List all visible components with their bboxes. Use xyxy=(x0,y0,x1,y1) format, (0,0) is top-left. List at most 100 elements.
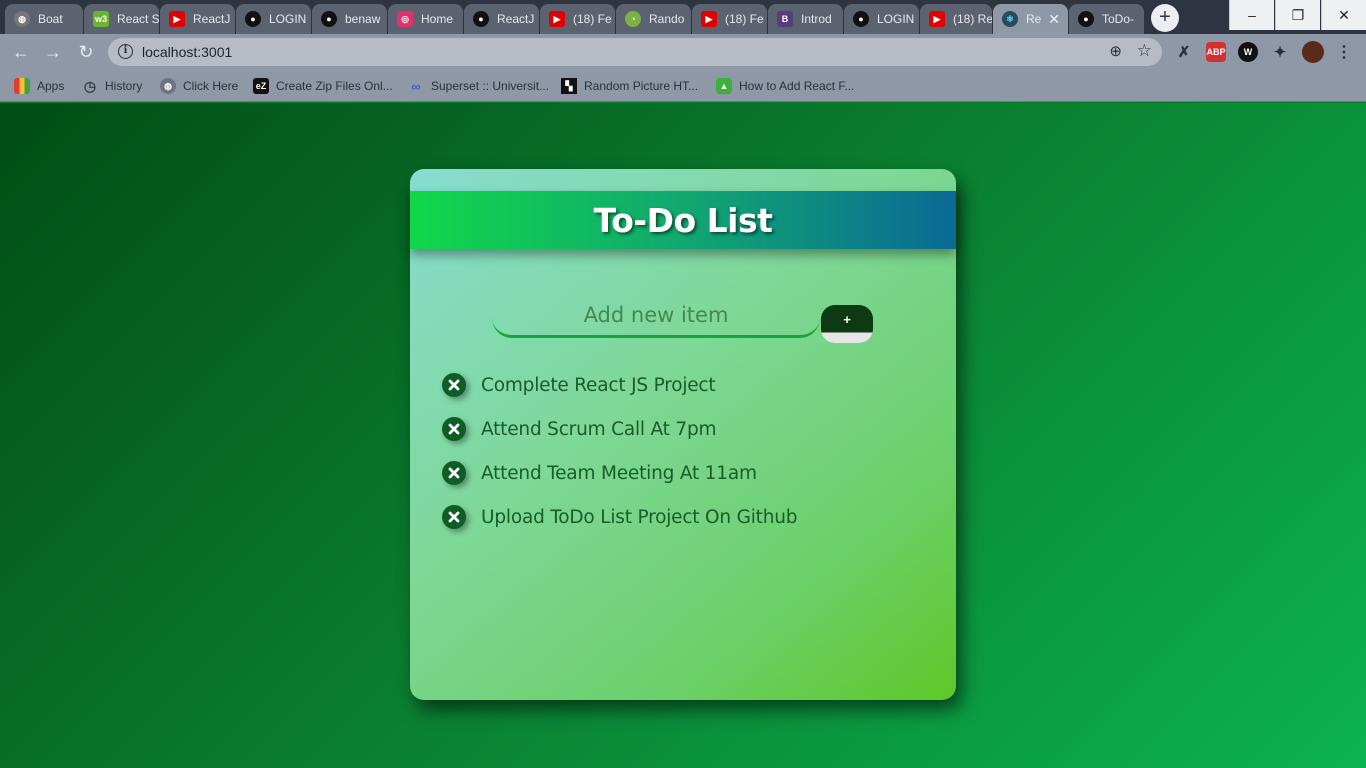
list-item: Attend Team Meeting At 11am xyxy=(442,451,922,495)
android-icon: ◔ xyxy=(625,11,641,27)
tab-react-s[interactable]: w3 React S xyxy=(84,4,159,34)
tab-title: Home xyxy=(421,12,454,26)
site-info-icon[interactable]: i xyxy=(118,44,133,59)
tab-title: (18) Fe xyxy=(573,12,612,26)
bookmark-label: Create Zip Files Onl... xyxy=(276,79,393,93)
github-icon: ● xyxy=(473,11,489,27)
delete-item-icon[interactable] xyxy=(442,461,466,485)
bookmarks-bar: Apps ◷ History ◍ Click Here eZ Create Zi… xyxy=(0,70,1366,102)
tab-youtube-fe[interactable]: ▶ (18) Fe xyxy=(540,4,615,34)
bookmark-add-react[interactable]: ▲ How to Add React F... xyxy=(716,77,854,95)
superset-icon: ∞ xyxy=(411,78,421,94)
instagram-icon: ◎ xyxy=(397,11,413,27)
adblock-icon[interactable]: ABP xyxy=(1206,42,1226,62)
bookmark-click-here[interactable]: ◍ Click Here xyxy=(160,77,238,95)
tab-rando[interactable]: ◔ Rando xyxy=(616,4,691,34)
bookmark-apps[interactable]: Apps xyxy=(14,77,64,95)
zoom-icon[interactable]: ⊕ xyxy=(1109,42,1122,60)
reload-icon[interactable]: ↻ xyxy=(75,41,97,63)
globe-icon: ◍ xyxy=(14,11,30,27)
wappalyzer-icon[interactable]: W xyxy=(1238,42,1258,62)
list-item: Attend Scrum Call At 7pm xyxy=(442,407,922,451)
ez-icon: eZ xyxy=(253,78,269,94)
youtube-icon: ▶ xyxy=(169,11,185,27)
more-menu-icon[interactable]: ⋮ xyxy=(1334,42,1354,62)
bookmark-label: History xyxy=(105,79,143,93)
youtube-icon: ▶ xyxy=(929,11,945,27)
tab-title: benaw xyxy=(345,12,381,26)
address-bar[interactable]: i localhost:3001 ⊕ ☆ xyxy=(108,38,1162,66)
tab-youtube-re[interactable]: ▶ (18) Re xyxy=(920,4,992,34)
bookmark-create-zip[interactable]: eZ Create Zip Files Onl... xyxy=(253,77,393,95)
youtube-icon: ▶ xyxy=(701,11,717,27)
bookmark-label: Apps xyxy=(37,79,65,93)
tab-title: ReactJ xyxy=(193,12,231,26)
forward-arrow-icon[interactable]: → xyxy=(42,41,64,63)
list-item: Upload ToDo List Project On Github xyxy=(442,495,922,539)
bookmark-superset[interactable]: ∞ Superset :: Universit... xyxy=(408,77,549,95)
tab-title: Boat xyxy=(38,12,63,26)
delete-item-icon[interactable] xyxy=(442,505,466,529)
tab-benaw[interactable]: ● benaw xyxy=(312,4,387,34)
card-header: To-Do List xyxy=(410,191,956,249)
bookmark-label: Superset :: Universit... xyxy=(431,79,550,93)
tab-title: Re xyxy=(1026,12,1042,26)
github-icon: ● xyxy=(321,11,337,27)
tab-reactj-github[interactable]: ● ReactJ xyxy=(464,4,539,34)
tab-title: LOGIN xyxy=(877,12,915,26)
todo-text: Upload ToDo List Project On Github xyxy=(481,506,798,528)
github-icon: ● xyxy=(853,11,869,27)
tab-reactj[interactable]: ▶ ReactJ xyxy=(160,4,235,34)
bookmark-random-picture[interactable]: ▚ Random Picture HT... xyxy=(561,77,698,95)
add-item-button[interactable]: + xyxy=(821,305,873,343)
x-extension-icon[interactable]: ✗ xyxy=(1174,42,1194,62)
minimize-button[interactable]: – xyxy=(1229,0,1274,30)
github-icon: ● xyxy=(1078,11,1094,27)
close-window-button[interactable]: ✕ xyxy=(1321,0,1366,30)
bookmark-label: How to Add React F... xyxy=(739,79,855,93)
apps-grid-icon xyxy=(14,78,30,94)
tab-strip: ◍ Boat w3 React S ▶ ReactJ ● LOGIN ● ben… xyxy=(0,0,1366,34)
bookmark-site-icon: ▲ xyxy=(716,78,732,94)
tab-home[interactable]: ◎ Home xyxy=(388,4,463,34)
globe-icon: ◍ xyxy=(160,78,176,94)
todo-text: Attend Scrum Call At 7pm xyxy=(481,418,717,440)
history-icon: ◷ xyxy=(83,77,97,94)
unsplash-icon: ▚ xyxy=(561,78,577,94)
close-tab-icon[interactable]: ✕ xyxy=(1048,11,1060,27)
tab-title: React S xyxy=(117,12,159,26)
todo-card: To-Do List + Complete React JS Project A… xyxy=(410,169,956,700)
tab-react-active[interactable]: ⚛ Re ✕ xyxy=(993,4,1068,34)
tab-title: Introd xyxy=(801,12,832,26)
tab-boat[interactable]: ◍ Boat xyxy=(5,4,83,34)
tab-login[interactable]: ● LOGIN xyxy=(236,4,311,34)
url-text[interactable]: localhost:3001 xyxy=(142,44,232,60)
new-item-input[interactable] xyxy=(492,294,820,338)
list-item: Complete React JS Project xyxy=(442,363,922,407)
tab-youtube-fe-2[interactable]: ▶ (18) Fe xyxy=(692,4,767,34)
tab-title: ReactJ xyxy=(497,12,535,26)
tab-title: (18) Re xyxy=(953,12,992,26)
tab-title: Rando xyxy=(649,12,685,26)
back-arrow-icon[interactable]: ← xyxy=(10,41,32,63)
bootstrap-icon: B xyxy=(777,11,793,27)
new-tab-button[interactable]: + xyxy=(1151,4,1179,32)
bookmark-star-icon[interactable]: ☆ xyxy=(1137,41,1152,61)
react-icon: ⚛ xyxy=(1002,11,1018,27)
bookmark-label: Random Picture HT... xyxy=(584,79,699,93)
tab-title: (18) Fe xyxy=(725,12,764,26)
tab-title: LOGIN xyxy=(269,12,307,26)
delete-item-icon[interactable] xyxy=(442,373,466,397)
delete-item-icon[interactable] xyxy=(442,417,466,441)
bookmark-label: Click Here xyxy=(183,79,239,93)
profile-avatar[interactable] xyxy=(1302,41,1324,63)
bookmark-history[interactable]: ◷ History xyxy=(82,77,142,95)
todo-list: Complete React JS Project Attend Scrum C… xyxy=(442,363,922,539)
w3schools-icon: w3 xyxy=(93,11,109,27)
restore-button[interactable]: ❐ xyxy=(1275,0,1320,30)
tab-introd[interactable]: B Introd xyxy=(768,4,843,34)
extensions-puzzle-icon[interactable]: ✦ xyxy=(1270,42,1290,62)
youtube-icon: ▶ xyxy=(549,11,565,27)
tab-login-2[interactable]: ● LOGIN xyxy=(844,4,919,34)
tab-todo[interactable]: ● ToDo- xyxy=(1069,4,1144,34)
